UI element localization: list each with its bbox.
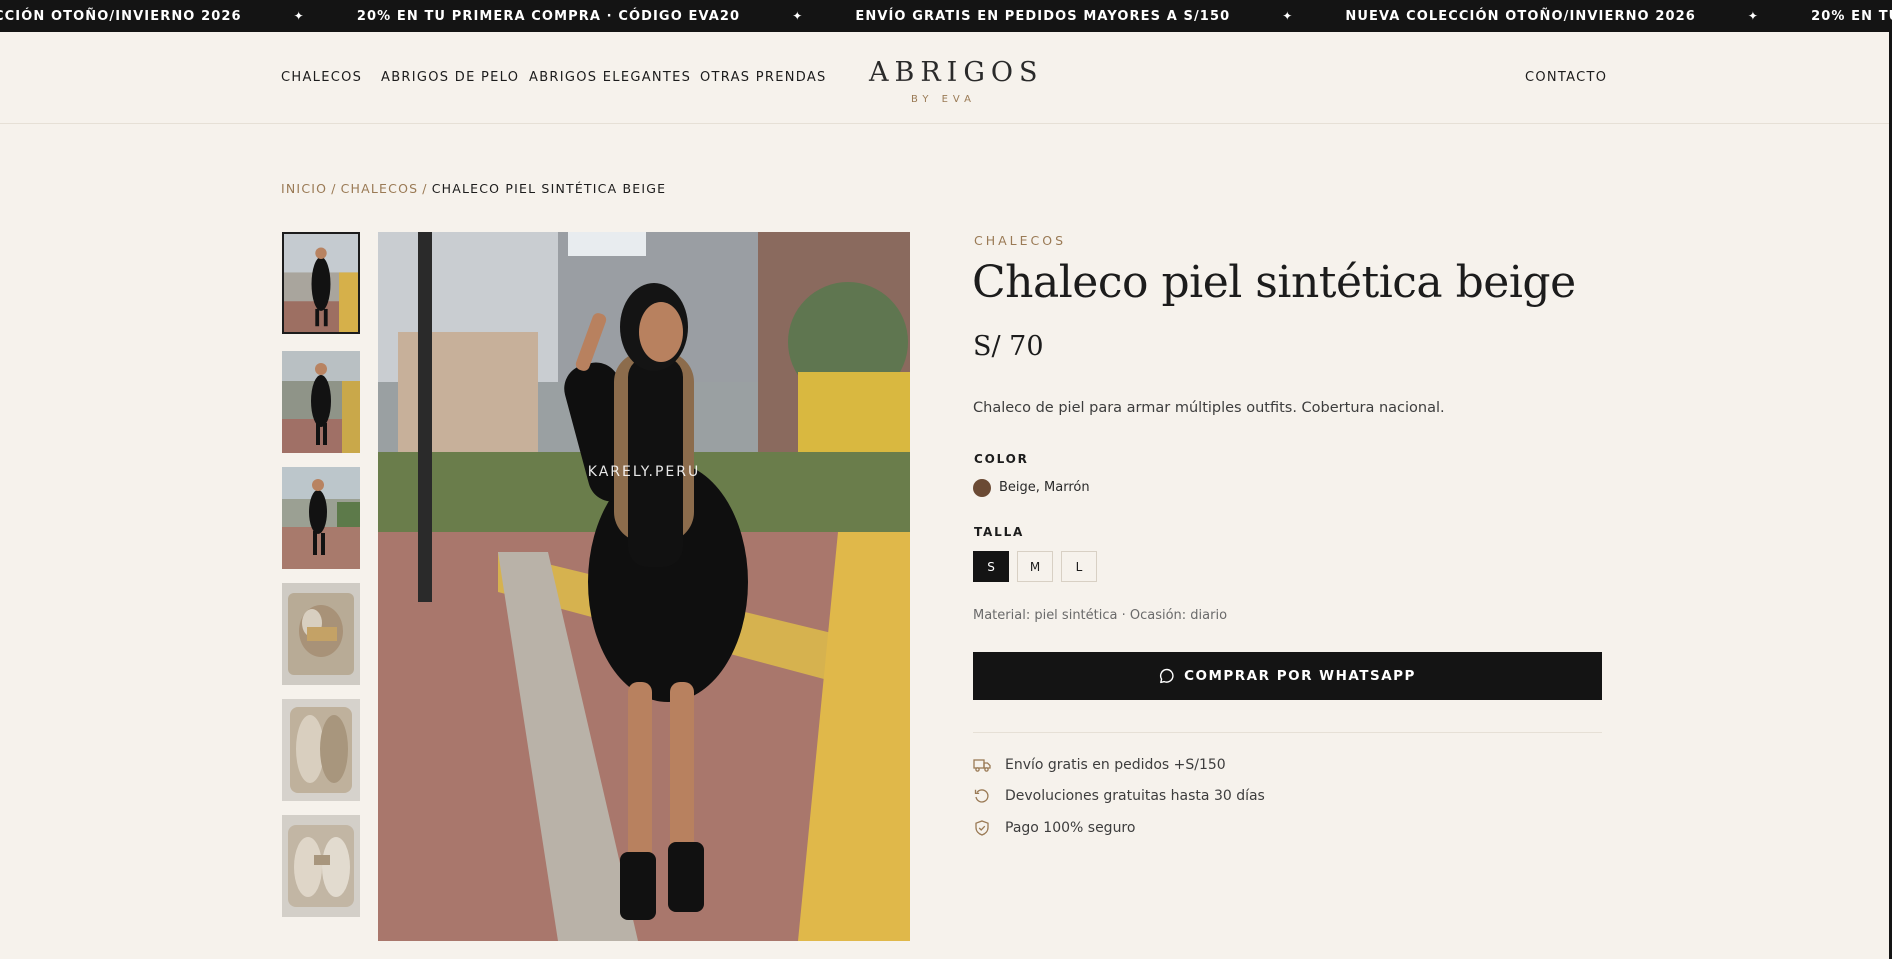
product-description: Chaleco de piel para armar múltiples out… [973, 400, 1445, 416]
thumbnail-4[interactable] [282, 583, 360, 685]
nav-link-otras-prendas[interactable]: OTRAS PRENDAS [700, 70, 827, 85]
return-icon [974, 789, 989, 803]
buy-whatsapp-button[interactable]: COMPRAR POR WHATSAPP [973, 652, 1602, 700]
site-header: CHALECOS ABRIGOS DE PELO ABRIGOS ELEGANT… [0, 32, 1892, 124]
announcement-text: ENVÍO GRATIS EN PEDIDOS MAYORES A S/150 [855, 8, 1231, 24]
thumbnail-2[interactable] [282, 351, 360, 453]
color-name: Beige, Marrón [999, 480, 1090, 495]
star-icon: ✦ [293, 9, 305, 23]
product-photo [378, 232, 910, 941]
shield-check-icon [975, 820, 989, 836]
product-main-image[interactable] [378, 232, 910, 941]
perk-text: Devoluciones gratuitas hasta 30 días [1005, 788, 1265, 804]
star-icon: ✦ [1747, 9, 1760, 23]
product-category: CHALECOS [974, 233, 1067, 248]
product-title: Chaleco piel sintética beige [972, 257, 1576, 308]
perk-text: Pago 100% seguro [1005, 820, 1136, 836]
truck-icon [973, 759, 991, 772]
size-option-m[interactable]: M [1017, 551, 1053, 582]
product-photo-thumbnail [282, 351, 360, 453]
breadcrumb-separator: / [331, 181, 337, 196]
perk-text: Envío gratis en pedidos +S/150 [1005, 757, 1226, 773]
announcement-text: NUEVA COLECCIÓN OTOÑO/INVIERNO 2026 [1345, 8, 1696, 24]
logo[interactable]: ABRIGOS [869, 57, 1044, 88]
perk-secure-payment: Pago 100% seguro [973, 820, 1135, 836]
color-label: COLOR [974, 452, 1029, 466]
image-watermark: KARELY.PERU [587, 464, 701, 480]
thumbnail-6[interactable] [282, 815, 360, 917]
product-photo-thumbnail [282, 467, 360, 569]
logo-tagline: BY EVA [911, 94, 976, 105]
nav-link-abrigos-elegantes[interactable]: ABRIGOS ELEGANTES [529, 70, 691, 85]
product-meta: Material: piel sintética · Ocasión: diar… [973, 608, 1228, 623]
thumbnail-5[interactable] [282, 699, 360, 801]
product-photo-thumbnail [282, 815, 360, 917]
size-label: TALLA [974, 525, 1025, 539]
announcement-text: 20% EN TU PRIMERA COMPRA · CÓDIGO EVA20 [356, 8, 741, 24]
nav-link-chalecos[interactable]: CHALECOS [281, 70, 362, 85]
announcement-bar: CCIÓN OTOÑO/INVIERNO 2026 ✦ 20% EN TU PR… [0, 0, 1892, 32]
breadcrumb-home[interactable]: INICIO [281, 181, 327, 196]
nav-link-contacto[interactable]: CONTACTO [1525, 70, 1607, 85]
divider [973, 732, 1602, 733]
buy-button-label: COMPRAR POR WHATSAPP [1184, 668, 1416, 684]
product-photo-thumbnail [282, 583, 360, 685]
size-option-s[interactable]: S [973, 551, 1009, 582]
announcement-text: CCIÓN OTOÑO/INVIERNO 2026 [0, 8, 242, 24]
whatsapp-chat-icon [1160, 668, 1174, 684]
perk-shipping: Envío gratis en pedidos +S/150 [973, 757, 1226, 773]
breadcrumb-current: CHALECO PIEL SINTÉTICA BEIGE [431, 181, 667, 196]
product-photo-thumbnail [282, 699, 360, 801]
nav-link-abrigos-de-pelo[interactable]: ABRIGOS DE PELO [381, 70, 519, 85]
star-icon: ✦ [792, 9, 804, 23]
perk-returns: Devoluciones gratuitas hasta 30 días [973, 788, 1265, 804]
announcement-text: 20% EN TU PRIMERA COMPRA · CÓDIGO EVA20 [1811, 8, 1892, 24]
product-photo-thumbnail [284, 234, 358, 332]
thumbnail-1[interactable] [282, 232, 360, 334]
star-icon: ✦ [1282, 9, 1294, 23]
color-swatch[interactable] [973, 479, 991, 497]
breadcrumb: INICIO / CHALECOS / CHALECO PIEL SINTÉTICA B… [281, 181, 666, 196]
product-price: S/ 70 [973, 331, 1044, 362]
breadcrumb-category[interactable]: CHALECOS [341, 181, 419, 196]
size-option-l[interactable]: L [1061, 551, 1097, 582]
thumbnail-3[interactable] [282, 467, 360, 569]
breadcrumb-separator: / [422, 181, 428, 196]
